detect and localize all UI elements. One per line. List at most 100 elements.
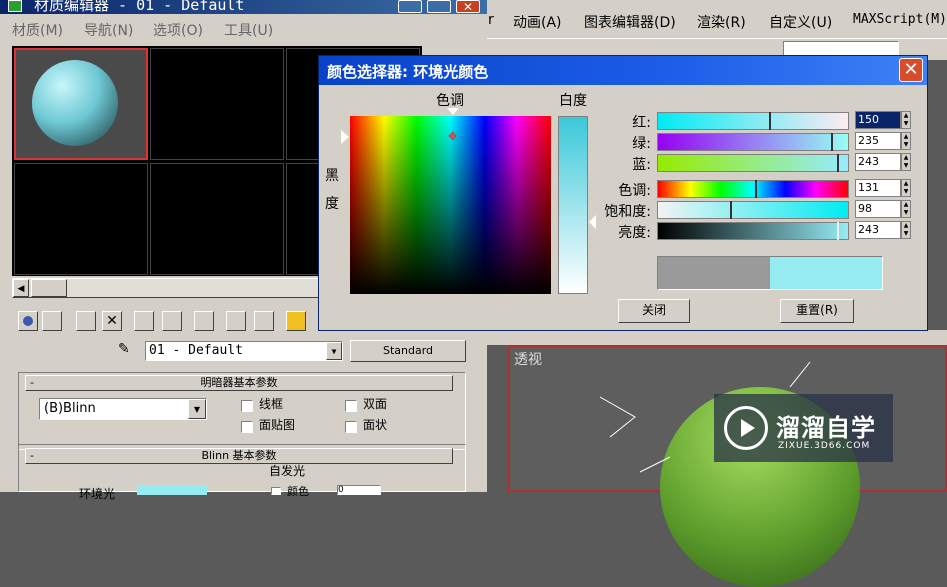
color-preview xyxy=(657,256,883,290)
menu-animation[interactable]: 动画(A) xyxy=(513,12,562,32)
scroll-left-button[interactable]: ◀ xyxy=(13,279,29,297)
menu-options[interactable]: 选项(O) xyxy=(153,20,203,40)
hue-pointer[interactable] xyxy=(447,108,459,115)
blinn-rollout: Blinn 基本参数 - 自发光 环境光 颜色 0 xyxy=(18,444,466,501)
slider-red-track[interactable] xyxy=(657,112,849,130)
blinn-rollout-header[interactable]: Blinn 基本参数 - xyxy=(25,448,453,464)
slider-green-spinner[interactable]: ▲ ▼ xyxy=(901,132,911,150)
show-map-icon[interactable] xyxy=(254,311,274,331)
slider-hue-thumb[interactable] xyxy=(755,180,757,198)
wireframe-checkbox[interactable] xyxy=(241,400,253,412)
slider-saturation-spinner[interactable]: ▲ ▼ xyxy=(901,200,911,218)
slider-blue-track[interactable] xyxy=(657,154,849,172)
menu-tools[interactable]: 工具(U) xyxy=(224,20,273,40)
faceted-checkbox[interactable] xyxy=(345,421,357,433)
shader-dropdown-arrow[interactable]: ▼ xyxy=(188,399,206,419)
self-illum-color-checkbox[interactable] xyxy=(271,487,281,495)
sample-slot-1[interactable] xyxy=(14,48,148,160)
material-editor-title: 材质编辑器 - 01 - Default xyxy=(34,0,245,14)
unique-icon[interactable] xyxy=(162,311,182,331)
material-name-value: 01 - Default xyxy=(149,343,243,358)
library-icon[interactable] xyxy=(194,311,214,331)
shader-rollout: 明暗器基本参数 - (B)Blinn ▼ 线框 双面 面贴图 面状 xyxy=(18,372,466,450)
menu-material[interactable]: 材质(M) xyxy=(12,20,63,40)
watermark-brand: 溜溜自学 xyxy=(776,414,876,442)
faceted-label: 面状 xyxy=(363,418,388,432)
assign-material-icon[interactable] xyxy=(76,311,96,331)
material-editor-menubar: 材质(M) 导航(N) 选项(O) 工具(U) xyxy=(0,17,487,41)
slider-green-thumb[interactable] xyxy=(831,133,833,151)
slider-red-value[interactable]: 150 xyxy=(855,111,901,129)
delete-icon[interactable]: ✕ xyxy=(102,311,122,331)
menu-maxscript[interactable]: MAXScript(M) xyxy=(853,12,947,27)
get-material-icon[interactable] xyxy=(18,311,38,331)
slider-saturation-track[interactable] xyxy=(657,201,849,219)
slider-blue-spinner[interactable]: ▲ ▼ xyxy=(901,153,911,171)
close-button[interactable]: 关闭 xyxy=(618,299,690,323)
color-cursor[interactable]: ✥ xyxy=(448,131,458,142)
minimize-button[interactable] xyxy=(398,0,422,13)
sample-slot-2[interactable] xyxy=(150,48,284,160)
ambient-color-swatch[interactable] xyxy=(137,485,207,495)
slider-red-thumb[interactable] xyxy=(769,112,771,130)
slider-hue-spinner[interactable]: ▲ ▼ xyxy=(901,179,911,197)
new-color-swatch xyxy=(770,257,882,289)
slider-green-track[interactable] xyxy=(657,133,849,151)
slider-green-value[interactable]: 235 xyxy=(855,132,901,150)
shader-rollout-header[interactable]: 明暗器基本参数 - xyxy=(25,375,453,391)
watermark-url: ZIXUE.3D66.COM xyxy=(778,441,871,451)
material-id-icon[interactable] xyxy=(226,311,246,331)
two-sided-label: 双面 xyxy=(363,397,388,411)
watermark: 溜溜自学 ZIXUE.3D66.COM xyxy=(714,394,893,462)
hue-label: 色调 xyxy=(436,93,464,109)
scroll-thumb[interactable] xyxy=(31,279,67,297)
slider-blue-value[interactable]: 243 xyxy=(855,153,901,171)
maximize-button[interactable] xyxy=(427,0,451,13)
two-sided-checkbox[interactable] xyxy=(345,400,357,412)
eyedropper-icon[interactable]: ✎ xyxy=(118,341,134,357)
slider-blue-label: 蓝: xyxy=(632,157,651,173)
menu-graph-editors[interactable]: 图表编辑器(D) xyxy=(584,12,676,32)
slider-value-value[interactable]: 243 xyxy=(855,221,901,239)
max-menubar: r 动画(A) 图表编辑器(D) 渲染(R) 自定义(U) MAXScript(… xyxy=(487,0,947,38)
close-button[interactable]: ✕ xyxy=(456,0,480,13)
slider-blue-thumb[interactable] xyxy=(837,154,839,172)
sample-slot-5[interactable] xyxy=(150,163,284,275)
face-map-checkbox[interactable] xyxy=(241,421,253,433)
menu-rendering[interactable]: 渲染(R) xyxy=(697,12,746,32)
ambient-label: 环境光 xyxy=(79,487,116,501)
menu-customize[interactable]: 自定义(U) xyxy=(769,12,832,32)
material-name-field[interactable]: 01 - Default ▼ xyxy=(145,341,343,361)
old-color-swatch xyxy=(658,257,770,289)
sample-slot-4[interactable] xyxy=(14,163,148,275)
self-illum-value[interactable]: 0 xyxy=(337,485,381,495)
shader-select[interactable]: (B)Blinn ▼ xyxy=(39,398,207,420)
put-to-scene-icon[interactable] xyxy=(42,311,62,331)
slider-value-thumb[interactable] xyxy=(837,222,839,240)
material-type-button[interactable]: Standard xyxy=(350,340,466,362)
reset-button[interactable]: 重置(R) xyxy=(780,299,854,323)
blackness-pointer[interactable] xyxy=(341,130,349,144)
copy-material-icon[interactable] xyxy=(134,311,154,331)
slider-saturation-value[interactable]: 98 xyxy=(855,200,901,218)
blackness-label: 黑度 xyxy=(325,168,339,212)
show-end-result-icon[interactable] xyxy=(286,311,306,331)
material-sphere xyxy=(32,60,118,146)
app-icon xyxy=(8,0,22,12)
close-icon[interactable]: ✕ xyxy=(899,58,923,82)
slider-hue-track[interactable] xyxy=(657,180,849,198)
slider-value-label: 亮度: xyxy=(618,225,651,241)
menu-navigation[interactable]: 导航(N) xyxy=(84,20,133,40)
slider-saturation-thumb[interactable] xyxy=(730,201,732,219)
wireframe-label: 线框 xyxy=(259,397,284,411)
name-dropdown-arrow[interactable]: ▼ xyxy=(326,342,342,360)
slider-value-spinner[interactable]: ▲ ▼ xyxy=(901,221,911,239)
slider-value-track[interactable] xyxy=(657,222,849,240)
slider-hue-value[interactable]: 131 xyxy=(855,179,901,197)
hue-blackness-field[interactable]: ✥ xyxy=(350,116,551,294)
menu-partial[interactable]: r xyxy=(488,12,494,28)
whiteness-label: 白度 xyxy=(559,93,587,109)
whiteness-bar[interactable] xyxy=(558,116,588,294)
slider-red-spinner[interactable]: ▲ ▼ xyxy=(901,111,911,129)
self-illum-color-label: 颜色 xyxy=(287,485,309,498)
